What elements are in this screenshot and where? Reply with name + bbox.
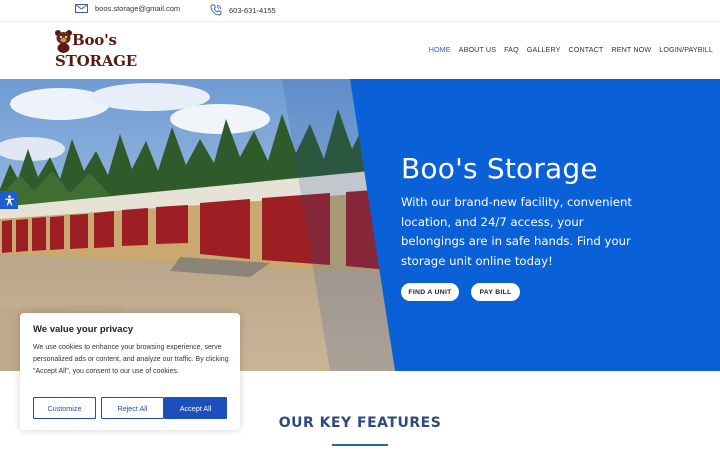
hero-description: With our brand-new facility, convenient … bbox=[401, 195, 632, 268]
logo-line-2: STORAGE bbox=[55, 52, 138, 70]
nav-contact[interactable]: CONTACT bbox=[569, 45, 604, 54]
site-header: Boo's STORAGE HOME ABOUT US FAQ GALLERY … bbox=[0, 23, 720, 79]
cookie-customize-button[interactable]: Customize bbox=[33, 397, 96, 419]
find-unit-button[interactable]: FIND A UNIT bbox=[401, 283, 459, 301]
top-email-link[interactable]: boos.storage@gmail.com bbox=[75, 4, 180, 13]
site-logo[interactable]: Boo's STORAGE bbox=[53, 29, 137, 75]
nav-about-us[interactable]: ABOUT US bbox=[459, 45, 496, 54]
cookie-accept-all-button[interactable]: Accept All bbox=[164, 397, 227, 419]
cookie-title: We value your privacy bbox=[33, 324, 134, 335]
phone-icon bbox=[210, 4, 222, 16]
nav-gallery[interactable]: GALLERY bbox=[527, 45, 561, 54]
cookie-text: We use cookies to enhance your browsing … bbox=[33, 344, 229, 375]
accessibility-button[interactable] bbox=[0, 191, 18, 209]
features-underline bbox=[332, 444, 388, 446]
nav-rent-now[interactable]: RENT NOW bbox=[611, 45, 651, 54]
envelope-icon bbox=[75, 4, 88, 13]
nav-login-paybill[interactable]: LOGIN/PAYBILL bbox=[659, 45, 713, 54]
hero-title: Boo's Storage bbox=[401, 152, 598, 185]
logo-line-1: Boo's bbox=[72, 31, 117, 49]
accessibility-icon bbox=[4, 194, 14, 206]
pay-bill-button[interactable]: PAY BILL bbox=[471, 283, 520, 301]
cookie-reject-all-button[interactable]: Reject All bbox=[101, 397, 164, 419]
nav-home[interactable]: HOME bbox=[429, 45, 451, 54]
top-phone-text: 603-631-4155 bbox=[229, 5, 276, 15]
cookie-consent-banner: We value your privacy We use cookies to … bbox=[20, 313, 240, 430]
top-contact-bar: boos.storage@gmail.com 603-631-4155 bbox=[0, 0, 720, 22]
main-nav: HOME ABOUT US FAQ GALLERY CONTACT RENT N… bbox=[429, 45, 713, 54]
top-email-text: boos.storage@gmail.com bbox=[95, 4, 181, 13]
page: boos.storage@gmail.com 603-631-4155 Boo' bbox=[0, 0, 720, 450]
top-phone-link[interactable]: 603-631-4155 bbox=[210, 4, 276, 16]
nav-faq[interactable]: FAQ bbox=[504, 45, 519, 54]
